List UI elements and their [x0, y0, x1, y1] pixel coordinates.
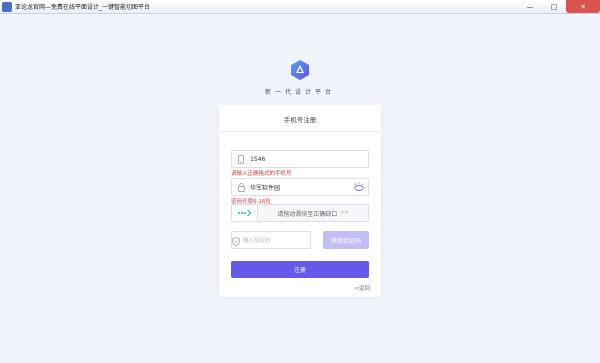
maximize-button[interactable]: □	[542, 0, 566, 13]
slider-hint-text: 请拖动滑块至正确缺口	[277, 210, 338, 218]
window-title: 亚论龙官网—免费在线平面设计_一键智能切图平台	[15, 4, 151, 11]
slider-arrows: >>	[340, 210, 349, 216]
register-button[interactable]: 注册	[231, 261, 369, 278]
window-titlebar: 亚论龙官网—免费在线平面设计_一键智能切图平台 — □ ✕	[0, 0, 600, 14]
password-input[interactable]: 华军软件园	[231, 178, 369, 196]
slider-hint: 请拖动滑块至正确缺口 >>	[258, 205, 368, 221]
shield-icon	[232, 231, 240, 250]
minimize-button[interactable]: —	[518, 0, 542, 13]
register-card: 手机号注册 1546 请输入正确格式的手机号 华军软件园 密码长度6-16位 请…	[219, 105, 381, 297]
phone-error: 请输入正确格式的手机号	[231, 171, 292, 177]
divider	[219, 131, 381, 132]
phone-icon	[235, 153, 247, 165]
window-controls: — □ ✕	[518, 0, 600, 14]
captcha-slider: 请拖动滑块至正确缺口 >>	[231, 204, 369, 222]
phone-input[interactable]: 1546	[231, 150, 369, 168]
phone-value: 1546	[250, 155, 266, 163]
app-content: 新一代设计平台 手机号注册 1546 请输入正确格式的手机号 华军软件园 密码长	[0, 14, 600, 363]
verification-code-input[interactable]: 输入验证码	[231, 231, 311, 249]
slider-handle[interactable]	[232, 205, 258, 221]
back-link[interactable]: <返回	[354, 284, 370, 292]
double-arrow-icon	[237, 209, 251, 217]
password-value: 华军软件园	[250, 184, 281, 192]
lock-icon	[235, 181, 247, 193]
get-code-button[interactable]: 获取验证码	[323, 231, 369, 249]
code-placeholder: 输入验证码	[243, 238, 271, 244]
slogan: 新一代设计平台	[264, 89, 335, 96]
card-title: 手机号注册	[283, 116, 317, 124]
app-icon	[2, 1, 12, 12]
eye-icon[interactable]	[353, 182, 365, 192]
brand-logo-icon	[291, 60, 309, 80]
close-button[interactable]: ✕	[566, 0, 600, 13]
